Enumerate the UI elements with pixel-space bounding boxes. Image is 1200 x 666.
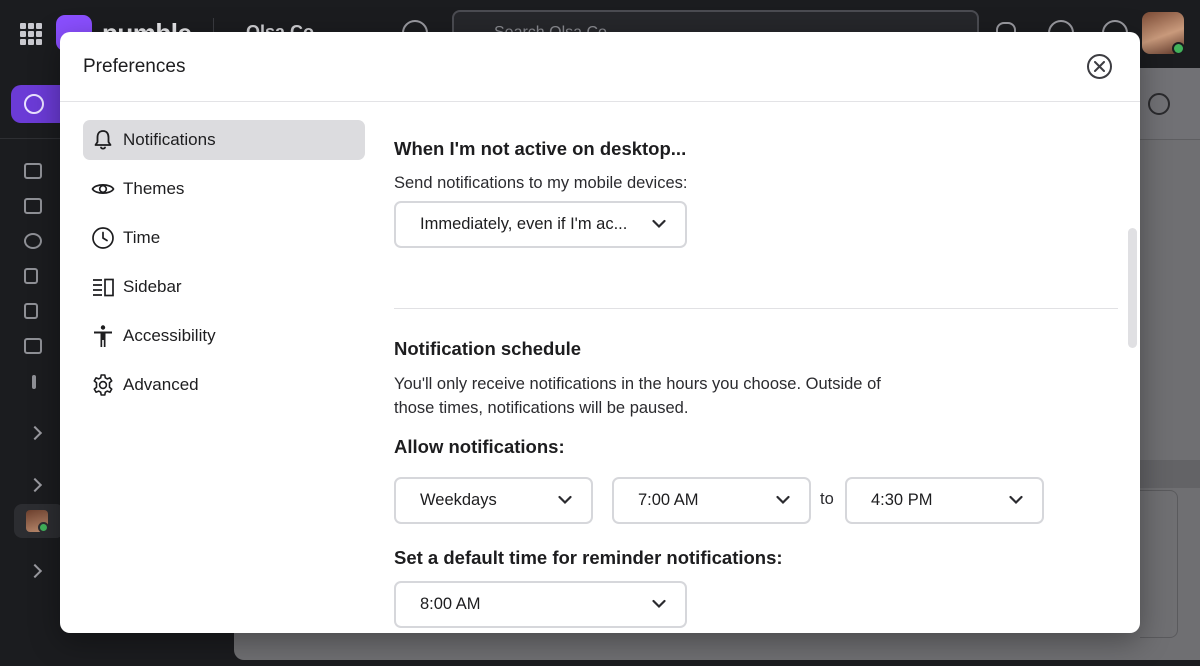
- to-label: to: [820, 490, 834, 508]
- close-button[interactable]: [1087, 54, 1112, 79]
- nav-label: Time: [123, 228, 161, 247]
- reminder-label: Set a default time for reminder notifica…: [394, 547, 783, 568]
- online-status-dot: [1172, 42, 1185, 55]
- nav-item-advanced[interactable]: Advanced: [83, 365, 365, 405]
- people-icon[interactable]: [24, 338, 42, 354]
- files-icon[interactable]: [24, 303, 38, 319]
- chevron-down-icon: [558, 495, 572, 505]
- chats-icon[interactable]: [24, 198, 42, 214]
- nav-label: Themes: [123, 179, 185, 198]
- schedule-description-line1: You'll only receive notifications in the…: [394, 375, 881, 393]
- select-value: Weekdays: [420, 491, 497, 509]
- reminder-time-select[interactable]: 8:00 AM: [394, 581, 687, 628]
- apps-grid-icon[interactable]: [20, 23, 42, 45]
- nav-label: Accessibility: [123, 326, 216, 345]
- sidebar-icon: [93, 278, 114, 297]
- background-panel: [1140, 460, 1200, 488]
- threads-icon[interactable]: [24, 163, 42, 179]
- select-value: Immediately, even if I'm ac...: [420, 215, 628, 233]
- bell-icon: [94, 130, 112, 150]
- modal-header: Preferences: [60, 32, 1140, 102]
- content-scrollbar[interactable]: [1128, 228, 1137, 348]
- preferences-nav: Notifications Themes Time Sidebar Access…: [83, 120, 365, 414]
- chevron-down-icon: [652, 219, 666, 229]
- nav-label: Advanced: [123, 375, 199, 394]
- mobile-notifications-label: Send notifications to my mobile devices:: [394, 174, 688, 192]
- plus-circle-icon: [24, 94, 44, 114]
- allow-notifications-label: Allow notifications:: [394, 436, 565, 457]
- more-icon[interactable]: [32, 375, 36, 389]
- message-composer[interactable]: [1140, 490, 1178, 638]
- nav-item-time[interactable]: Time: [83, 218, 365, 258]
- chevron-down-icon: [1009, 495, 1023, 505]
- info-icon[interactable]: [1148, 93, 1170, 115]
- nav-item-notifications[interactable]: Notifications: [83, 120, 365, 160]
- accessibility-icon: [94, 325, 112, 347]
- nav-item-accessibility[interactable]: Accessibility: [83, 316, 365, 356]
- section-divider: [394, 308, 1118, 309]
- eye-icon: [91, 184, 115, 194]
- start-time-select[interactable]: 7:00 AM: [612, 477, 811, 524]
- select-value: 7:00 AM: [638, 491, 699, 509]
- mobile-notifications-select[interactable]: Immediately, even if I'm ac...: [394, 201, 687, 248]
- chevron-down-icon: [776, 495, 790, 505]
- schedule-heading: Notification schedule: [394, 338, 582, 359]
- saved-items-icon[interactable]: [24, 268, 38, 284]
- close-icon: [1094, 61, 1105, 72]
- chevron-down-icon: [652, 599, 666, 609]
- nav-label: Notifications: [123, 130, 216, 149]
- select-value: 8:00 AM: [420, 595, 481, 613]
- days-select[interactable]: Weekdays: [394, 477, 593, 524]
- online-status-dot: [38, 522, 49, 533]
- nav-item-sidebar[interactable]: Sidebar: [83, 267, 365, 307]
- mentions-icon[interactable]: [24, 233, 42, 249]
- select-value: 4:30 PM: [871, 491, 933, 509]
- nav-item-themes[interactable]: Themes: [83, 169, 365, 209]
- clock-icon: [92, 227, 114, 249]
- inactive-heading: When I'm not active on desktop...: [394, 138, 687, 159]
- end-time-select[interactable]: 4:30 PM: [845, 477, 1044, 524]
- preferences-modal: Preferences Notifications Themes Time Si…: [60, 32, 1140, 633]
- nav-label: Sidebar: [123, 277, 182, 296]
- modal-title: Preferences: [83, 56, 186, 77]
- schedule-description-line2: those times, notifications will be pause…: [394, 399, 689, 417]
- gear-icon: [93, 374, 113, 396]
- preferences-content: When I'm not active on desktop... Send n…: [394, 102, 1118, 633]
